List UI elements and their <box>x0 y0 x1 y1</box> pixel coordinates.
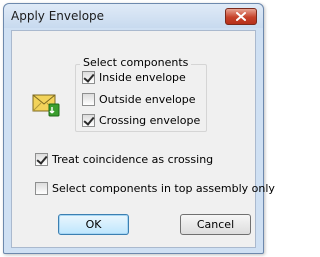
title-bar[interactable]: Apply Envelope <box>4 4 263 28</box>
checkbox-box[interactable] <box>82 114 95 127</box>
close-icon <box>236 12 246 21</box>
outside-envelope-label: Outside envelope <box>99 93 196 106</box>
inside-envelope-checkbox[interactable]: Inside envelope <box>82 71 186 84</box>
cancel-button[interactable]: Cancel <box>180 214 251 235</box>
ok-button[interactable]: OK <box>58 214 129 235</box>
crossing-envelope-checkbox[interactable]: Crossing envelope <box>82 114 200 127</box>
close-button[interactable] <box>225 8 257 25</box>
outside-envelope-checkbox[interactable]: Outside envelope <box>82 93 196 106</box>
window-title: Apply Envelope <box>11 9 105 23</box>
checkbox-box[interactable] <box>82 93 95 106</box>
top-assembly-only-label: Select components in top assembly only <box>52 182 275 195</box>
treat-coincidence-checkbox[interactable]: Treat coincidence as crossing <box>35 153 213 166</box>
dialog-window: Apply Envelope Select components Inside … <box>3 3 275 254</box>
inside-envelope-label: Inside envelope <box>99 71 186 84</box>
crossing-envelope-label: Crossing envelope <box>99 114 201 127</box>
dialog-client-area: Select components Inside envelope Outsid… <box>11 30 275 248</box>
select-components-label: Select components <box>80 56 192 69</box>
top-assembly-only-checkbox[interactable]: Select components in top assembly only <box>35 182 275 195</box>
envelope-icon <box>32 94 60 117</box>
treat-coincidence-label: Treat coincidence as crossing <box>52 153 214 166</box>
checkbox-box[interactable] <box>35 182 48 195</box>
checkbox-box[interactable] <box>82 71 95 84</box>
checkbox-box[interactable] <box>35 153 48 166</box>
